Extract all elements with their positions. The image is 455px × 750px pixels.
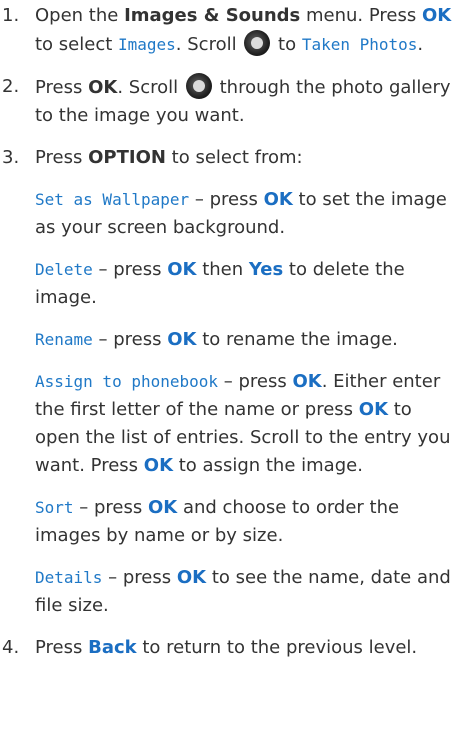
key-name: Back <box>88 637 137 658</box>
option-rename: Rename – press OK to rename the image. <box>35 329 398 350</box>
step-2: 2. Press OK. Scroll through the photo ga… <box>0 73 455 130</box>
step-number: 3. <box>2 147 20 168</box>
key-name: OK <box>292 371 322 392</box>
option-name: Details <box>35 568 103 587</box>
option-set-as-wallpaper: Set as Wallpaper – press OK to set the i… <box>35 189 447 238</box>
step-number: 2. <box>2 76 20 97</box>
key-name: OK <box>143 455 174 476</box>
step-number: 1. <box>2 5 20 26</box>
option-details: Details – press OK to see the name, date… <box>35 567 451 616</box>
option-name: Sort <box>35 498 74 517</box>
option-name: Assign to phonebook <box>35 372 219 391</box>
screen-text: Taken Photos <box>301 35 418 54</box>
screen-text: Images <box>118 35 176 54</box>
key-name: OK <box>147 497 178 518</box>
key-name: OK <box>421 5 452 26</box>
option-sort: Sort – press OK and choose to order the … <box>35 497 400 546</box>
option-name: Rename <box>35 330 93 349</box>
key-name: OK <box>167 259 197 280</box>
key-name: OK <box>88 77 118 98</box>
key-name: Yes <box>248 259 284 280</box>
key-name: OK <box>358 399 389 420</box>
step-number: 4. <box>2 637 20 658</box>
step-4: 4. Press Back to return to the previous … <box>0 634 455 662</box>
step-3: 3. Press OPTION to select from: <box>0 144 455 172</box>
key-name: OK <box>263 189 293 210</box>
option-name: Set as Wallpaper <box>35 190 190 209</box>
navigation-key-icon <box>185 73 212 99</box>
navigation-key-icon <box>244 30 271 56</box>
instructions: 1. Open the Images & Sounds menu. Press … <box>0 0 455 662</box>
option-name: Delete <box>35 260 93 279</box>
key-name: OK <box>167 329 197 350</box>
key-name: OK <box>176 567 207 588</box>
step-1: 1. Open the Images & Sounds menu. Press … <box>0 2 455 59</box>
key-name: OPTION <box>88 147 166 168</box>
menu-name: Images & Sounds <box>124 5 301 26</box>
option-assign-to-phonebook: Assign to phonebook – press OK. Either e… <box>35 371 451 476</box>
option-delete: Delete – press OK then Yes to delete the… <box>35 259 405 308</box>
